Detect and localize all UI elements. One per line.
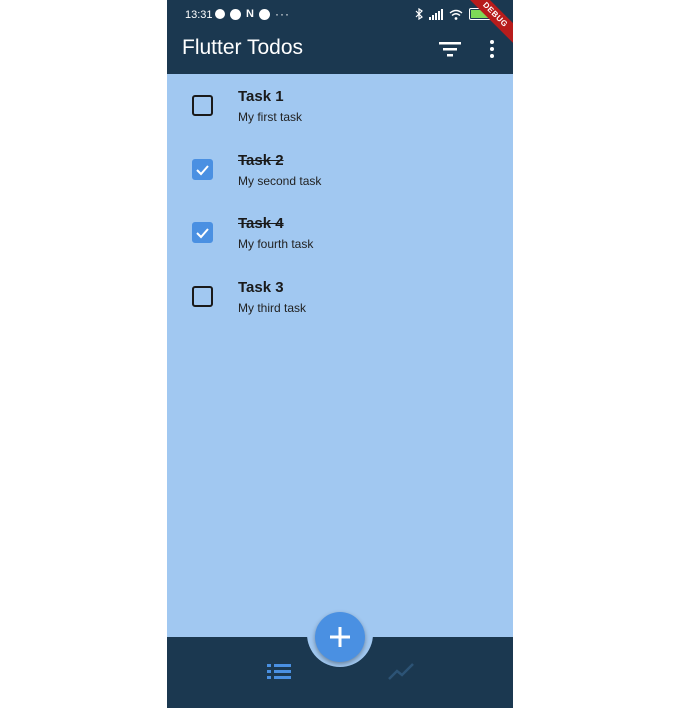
filter-list-icon xyxy=(439,42,461,57)
todo-subtitle: My third task xyxy=(238,300,307,315)
add-todo-button[interactable] xyxy=(315,612,365,662)
todo-title: Task 1 xyxy=(238,88,284,105)
todo-checkbox[interactable] xyxy=(192,285,213,307)
blocked-icon xyxy=(258,8,270,20)
vpn-icon xyxy=(230,8,241,20)
page-title: Flutter Todos xyxy=(182,36,304,59)
todo-title: Task 4 xyxy=(238,215,284,232)
tab-list[interactable] xyxy=(265,660,295,682)
more-notifications-icon: ··· xyxy=(274,7,290,21)
app-bar: 13:31 N ··· DEBUG Flutter Todos xyxy=(167,0,513,74)
phone-screen: 13:31 N ··· DEBUG Flutter Todos Task 1 M… xyxy=(167,0,513,708)
check-icon xyxy=(196,228,209,239)
todo-list: Task 1 My first task Task 2 My second ta… xyxy=(167,74,513,328)
plus-icon xyxy=(330,627,350,647)
todo-checkbox[interactable] xyxy=(192,222,213,243)
todo-checkbox[interactable] xyxy=(192,158,213,180)
tab-stats[interactable] xyxy=(386,660,416,682)
todo-subtitle: My fourth task xyxy=(238,237,314,251)
more-options-button[interactable] xyxy=(483,38,501,60)
n-icon: N xyxy=(246,8,254,20)
check-icon xyxy=(196,164,209,175)
more-vert-icon xyxy=(483,38,501,58)
bluetooth-icon xyxy=(415,8,423,20)
notification-icon xyxy=(215,9,225,19)
todo-subtitle: My first task xyxy=(238,110,303,124)
todo-item[interactable]: Task 2 My second task xyxy=(167,138,513,202)
wifi-icon xyxy=(449,9,463,20)
todo-title: Task 3 xyxy=(238,278,284,296)
status-bar: 13:31 N ··· DEBUG xyxy=(167,0,513,49)
todo-item[interactable]: Task 1 My first task xyxy=(167,74,513,138)
show-chart-icon xyxy=(388,663,414,680)
todo-subtitle: My second task xyxy=(238,173,322,188)
todo-title: Task 2 xyxy=(238,151,284,169)
todo-item[interactable]: Task 3 My third task xyxy=(167,265,513,329)
status-time: 13:31 xyxy=(185,9,213,21)
todo-checkbox[interactable] xyxy=(192,95,213,116)
todo-item[interactable]: Task 4 My fourth task xyxy=(167,201,513,265)
signal-icon xyxy=(429,8,443,20)
status-icons-left: N ··· xyxy=(215,7,290,21)
list-icon xyxy=(267,664,291,679)
filter-button[interactable] xyxy=(437,38,463,60)
